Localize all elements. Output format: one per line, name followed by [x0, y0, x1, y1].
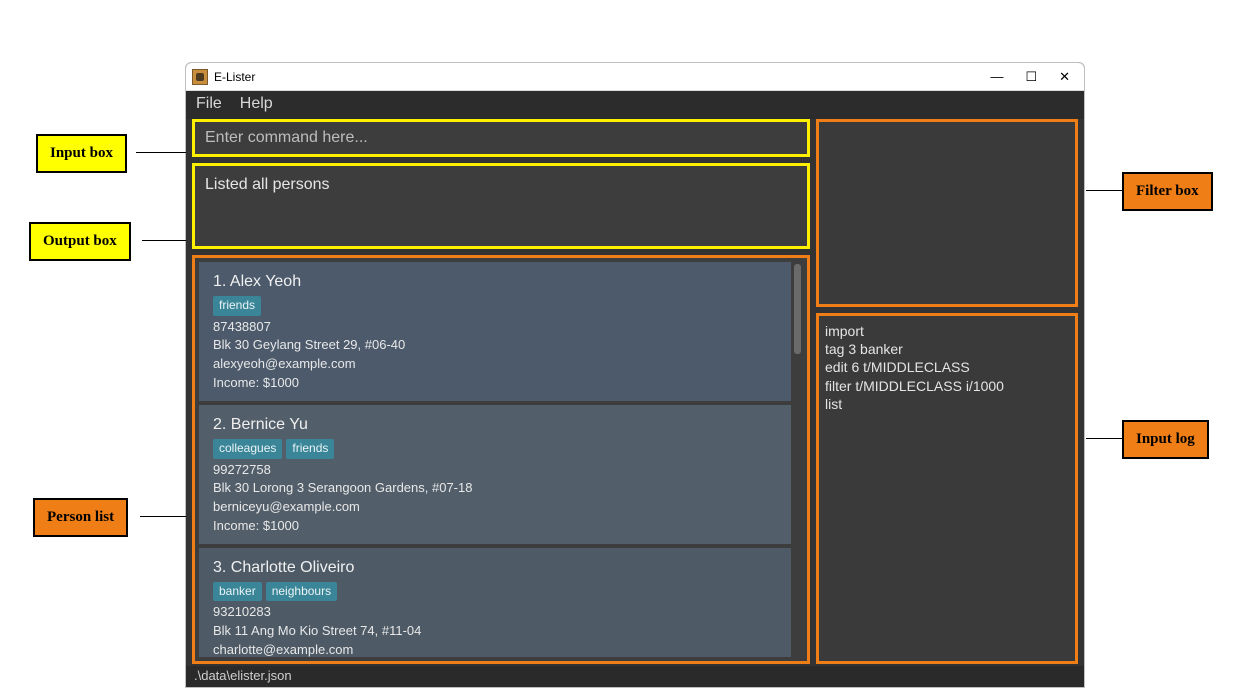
- filter-box: [816, 119, 1078, 307]
- person-card[interactable]: 3. Charlotte Oliveiro bankerneighbours 932…: [199, 548, 791, 657]
- callout-filter-box: Filter box: [1122, 172, 1213, 211]
- status-bar: .\data\elister.json: [186, 666, 1084, 687]
- person-email: charlotte@example.com: [213, 641, 779, 657]
- callout-input-log: Input log: [1122, 420, 1209, 459]
- input-log: import tag 3 banker edit 6 t/MIDDLECLASS…: [816, 313, 1078, 664]
- tag: neighbours: [266, 582, 337, 601]
- person-address: Blk 30 Lorong 3 Serangoon Gardens, #07-1…: [213, 479, 779, 498]
- minimize-button[interactable]: —: [990, 69, 1003, 84]
- person-email: berniceyu@example.com: [213, 498, 779, 517]
- close-button[interactable]: ✕: [1059, 69, 1070, 85]
- output-box: Listed all persons: [192, 163, 810, 249]
- tag: colleagues: [213, 439, 282, 458]
- window-title: E-Lister: [214, 70, 990, 84]
- tag: banker: [213, 582, 262, 601]
- person-tags: friends: [213, 296, 779, 315]
- person-phone: 93210283: [213, 603, 779, 622]
- person-title: 1. Alex Yeoh: [213, 270, 779, 293]
- connector: [1086, 190, 1122, 191]
- person-card[interactable]: 1. Alex Yeoh friends 87438807Blk 30 Geylan…: [199, 262, 791, 401]
- person-income: Income: $1000: [213, 517, 779, 536]
- person-tags: colleaguesfriends: [213, 439, 779, 458]
- callout-input-box: Input box: [36, 134, 127, 173]
- app-window: E-Lister — ☐ ✕ File Help Enter command h…: [185, 62, 1085, 688]
- person-address: Blk 11 Ang Mo Kio Street 74, #11-04: [213, 622, 779, 641]
- connector: [140, 516, 186, 517]
- menu-help[interactable]: Help: [240, 95, 273, 113]
- person-tags: bankerneighbours: [213, 582, 779, 601]
- callout-output-box: Output box: [29, 222, 131, 261]
- person-address: Blk 30 Geylang Street 29, #06-40: [213, 336, 779, 355]
- callout-person-list: Person list: [33, 498, 128, 537]
- person-title: 3. Charlotte Oliveiro: [213, 556, 779, 579]
- person-email: alexyeoh@example.com: [213, 355, 779, 374]
- connector: [136, 152, 186, 153]
- person-card[interactable]: 2. Bernice Yu colleaguesfriends 99272758Bl…: [199, 405, 791, 544]
- connector: [142, 240, 186, 241]
- person-title: 2. Bernice Yu: [213, 413, 779, 436]
- person-phone: 99272758: [213, 461, 779, 480]
- person-income: Income: $1000: [213, 374, 779, 393]
- person-list: 1. Alex Yeoh friends 87438807Blk 30 Geylan…: [192, 255, 810, 664]
- title-bar: E-Lister — ☐ ✕: [186, 63, 1084, 91]
- app-icon: [192, 69, 208, 85]
- scrollbar-thumb[interactable]: [794, 264, 801, 354]
- menu-file[interactable]: File: [196, 95, 222, 113]
- maximize-button[interactable]: ☐: [1025, 69, 1037, 85]
- connector: [1086, 438, 1122, 439]
- command-input[interactable]: Enter command here...: [192, 119, 810, 157]
- tag: friends: [213, 296, 261, 315]
- menu-bar: File Help: [186, 91, 1084, 119]
- person-phone: 87438807: [213, 318, 779, 337]
- tag: friends: [286, 439, 334, 458]
